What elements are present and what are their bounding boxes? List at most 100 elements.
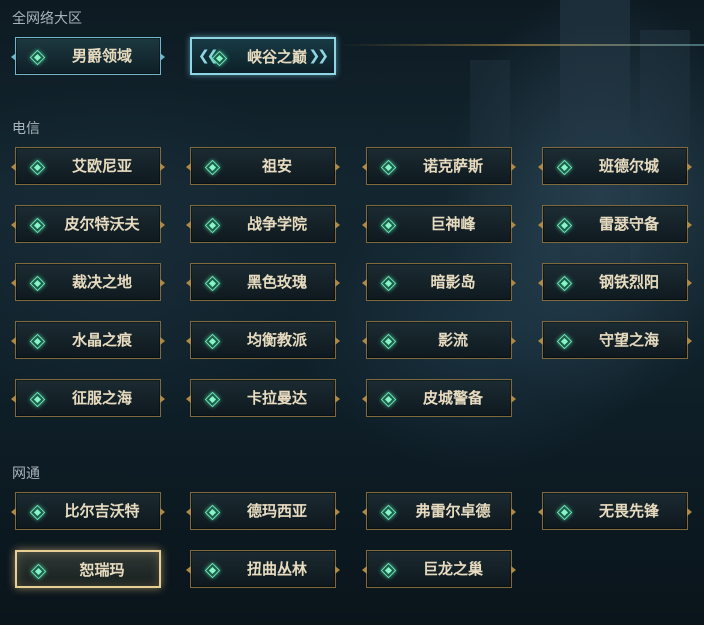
right-arrow-ornament [511, 337, 516, 345]
server-button[interactable]: 守望之海 [538, 321, 692, 359]
right-arrow-ornament [687, 221, 692, 229]
server-button[interactable]: 男爵领域 [11, 37, 165, 75]
gem-diamond-icon [204, 391, 221, 408]
server-button[interactable]: 皮城警备 [362, 379, 516, 417]
gem-diamond-icon [204, 275, 221, 292]
gem-diamond-icon [29, 391, 46, 408]
gem-diamond-icon [29, 217, 46, 234]
section-label-netcom: 网通 [12, 466, 40, 482]
left-arrow-ornament [538, 221, 543, 229]
server-button[interactable]: 弗雷尔卓德 [362, 492, 516, 530]
left-arrow-ornament [186, 395, 191, 403]
gem-diamond-icon [380, 562, 397, 579]
server-button[interactable]: 扭曲丛林 [186, 550, 340, 588]
right-arrow-ornament [511, 279, 516, 287]
right-arrow-ornament [160, 279, 165, 287]
left-arrow-ornament [538, 508, 543, 516]
server-button[interactable]: 雷瑟守备 [538, 205, 692, 243]
left-arrow-ornament [362, 221, 367, 229]
server-button[interactable]: 征服之海 [11, 379, 165, 417]
server-button[interactable]: 裁决之地 [11, 263, 165, 301]
left-arrow-ornament [186, 279, 191, 287]
server-button[interactable]: 影流 [362, 321, 516, 359]
right-arrow-ornament [687, 279, 692, 287]
left-arrow-ornament [186, 221, 191, 229]
left-arrow-ornament [362, 163, 367, 171]
server-label: 祖安 [261, 157, 292, 175]
server-button[interactable]: 钢铁烈阳 [538, 263, 692, 301]
gem-diamond-icon [29, 333, 46, 350]
right-arrow-ornament [160, 163, 165, 171]
gem-diamond-icon [204, 562, 221, 579]
server-button[interactable]: 比尔吉沃特 [11, 492, 165, 530]
left-arrow-ornament [11, 53, 16, 61]
left-arrow-ornament [11, 337, 16, 345]
right-arrow-ornament [160, 508, 165, 516]
server-button[interactable]: 诺克萨斯 [362, 147, 516, 185]
server-button[interactable]: 均衡教派 [186, 321, 340, 359]
gem-diamond-icon [380, 504, 397, 521]
server-label: 扭曲丛林 [246, 560, 307, 578]
server-label: 卡拉曼达 [246, 389, 307, 407]
gem-diamond-icon [556, 217, 573, 234]
gem-diamond-icon [556, 504, 573, 521]
left-arrow-ornament [186, 163, 191, 171]
server-button[interactable]: 恕瑞玛 [15, 550, 161, 588]
gem-diamond-icon [556, 275, 573, 292]
server-label: 巨龙之巢 [422, 560, 483, 578]
gem-diamond-icon [380, 333, 397, 350]
server-button[interactable]: 战争学院 [186, 205, 340, 243]
server-button[interactable]: 艾欧尼亚 [11, 147, 165, 185]
right-arrow-ornament [511, 566, 516, 574]
right-arrow-ornament [511, 221, 516, 229]
server-label: 比尔吉沃特 [64, 502, 140, 520]
server-label: 战争学院 [246, 215, 307, 233]
left-arrow-ornament [11, 279, 16, 287]
server-label: 均衡教派 [246, 331, 307, 349]
right-arrow-ornament [687, 337, 692, 345]
server-button[interactable]: 暗影岛 [362, 263, 516, 301]
gem-diamond-icon [204, 159, 221, 176]
server-label: 艾欧尼亚 [71, 157, 132, 175]
server-label: 诺克萨斯 [422, 157, 483, 175]
chevron-right-ornament: ❯❯ [308, 48, 330, 64]
server-button[interactable]: 皮尔特沃夫 [11, 205, 165, 243]
background-light-line [340, 44, 704, 46]
server-button[interactable]: 班德尔城 [538, 147, 692, 185]
server-label: 皮城警备 [422, 389, 483, 407]
left-arrow-ornament [11, 508, 16, 516]
server-button[interactable]: 巨龙之巢 [362, 550, 516, 588]
gem-diamond-icon [556, 333, 573, 350]
server-button[interactable]: 德玛西亚 [186, 492, 340, 530]
right-arrow-ornament [335, 566, 340, 574]
server-label: 守望之海 [598, 331, 659, 349]
right-arrow-ornament [335, 508, 340, 516]
server-button[interactable]: 无畏先锋 [538, 492, 692, 530]
server-label: 德玛西亚 [246, 502, 307, 520]
server-label: 恕瑞玛 [79, 561, 125, 579]
server-label: 无畏先锋 [598, 502, 659, 520]
left-arrow-ornament [362, 279, 367, 287]
right-arrow-ornament [687, 163, 692, 171]
server-label: 水晶之痕 [71, 331, 132, 349]
server-button[interactable]: 黑色玫瑰 [186, 263, 340, 301]
right-arrow-ornament [160, 337, 165, 345]
server-label: 裁决之地 [71, 273, 132, 291]
right-arrow-ornament [511, 508, 516, 516]
right-arrow-ornament [160, 395, 165, 403]
server-button[interactable]: ❮❮ 峡谷之巅 ❯❯ [190, 37, 336, 75]
left-arrow-ornament [186, 566, 191, 574]
gem-diamond-icon [380, 275, 397, 292]
section-label-all: 全网络大区 [12, 11, 82, 27]
server-button[interactable]: 卡拉曼达 [186, 379, 340, 417]
gem-diamond-icon [29, 49, 46, 66]
left-arrow-ornament [186, 337, 191, 345]
server-button[interactable]: 水晶之痕 [11, 321, 165, 359]
right-arrow-ornament [335, 395, 340, 403]
right-arrow-ornament [511, 395, 516, 403]
server-button[interactable]: 巨神峰 [362, 205, 516, 243]
left-arrow-ornament [538, 279, 543, 287]
gem-diamond-icon [29, 504, 46, 521]
gem-diamond-icon [380, 159, 397, 176]
server-button[interactable]: 祖安 [186, 147, 340, 185]
